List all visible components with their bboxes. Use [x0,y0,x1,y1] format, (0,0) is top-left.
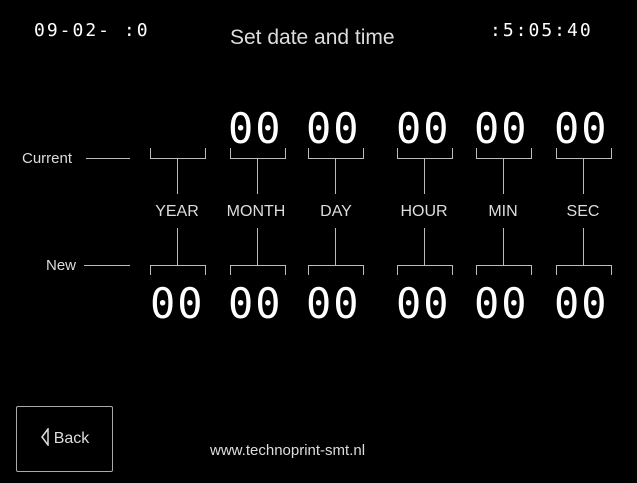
label-sec: SEC [566,203,600,220]
label-month: MONTH [226,203,286,220]
screen: 09-02- :0 Set date and time :5:05:40 Cur… [0,0,637,483]
new-row-leader [84,265,130,266]
new-year-digits[interactable]: 00 [150,283,205,325]
label-hour: HOUR [400,203,448,220]
label-day: DAY [320,203,352,220]
page-title: Set date and time [230,26,395,49]
chevron-left-icon [40,426,50,451]
current-day-digits[interactable]: 00 [306,108,361,150]
label-min: MIN [488,203,518,220]
back-button-label: Back [53,430,90,447]
new-month-digits[interactable]: 00 [228,283,283,325]
new-sec-digits[interactable]: 00 [554,283,609,325]
label-year: YEAR [155,203,199,220]
current-row-leader [86,158,130,159]
header-date: 09-02- :0 [34,20,150,41]
new-min-digits[interactable]: 00 [474,283,529,325]
footer-url: www.technoprint-smt.nl [210,442,366,459]
current-sec-digits[interactable]: 00 [554,108,609,150]
new-day-digits[interactable]: 00 [306,283,361,325]
current-row-label: Current [22,150,73,167]
current-min-digits[interactable]: 00 [474,108,529,150]
current-month-digits[interactable]: 00 [228,108,283,150]
header-time: :5:05:40 [490,20,593,41]
current-hour-digits[interactable]: 00 [396,108,451,150]
new-row-label: New [46,257,77,274]
back-button[interactable]: Back [16,406,113,472]
new-hour-digits[interactable]: 00 [396,283,451,325]
